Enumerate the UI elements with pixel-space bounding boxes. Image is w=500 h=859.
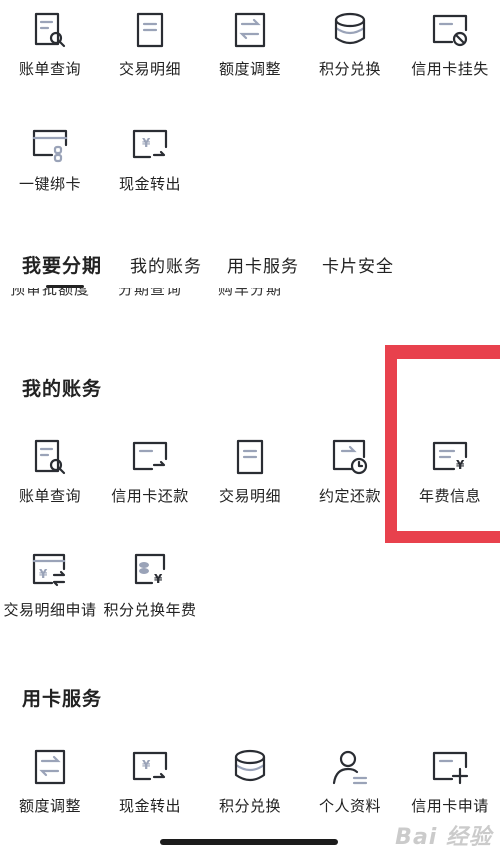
grid-item-card-apply[interactable]: 信用卡申请 [400, 747, 500, 816]
grid-item-label: 交易明细 [218, 487, 281, 505]
grid-item-label: 积分兑换 [318, 60, 381, 78]
cash-out-icon: ¥ [132, 751, 168, 781]
grid-item-cash-out[interactable]: ¥ 现金转出 [100, 747, 200, 816]
card-apply-icon [432, 751, 469, 785]
grid-item-label: 交易明细 [118, 60, 181, 78]
card-bind-icon [32, 129, 68, 163]
grid-item-label: 积分兑换 [218, 797, 281, 815]
scheduled-repay-icon [332, 439, 368, 475]
grid-item-statement-request[interactable]: ¥ 交易明细申请 [0, 551, 100, 620]
grid-item-limit-adjust[interactable]: 额度调整 [200, 10, 300, 79]
tab-installment[interactable]: 我要分期 [22, 251, 102, 278]
card-repay-icon [132, 441, 168, 471]
grid-item-bill-query[interactable]: 账单查询 [0, 437, 100, 506]
statement-request-icon: ¥ [32, 553, 66, 587]
grid-item-label: 额度调整 [218, 60, 281, 78]
home-indicator[interactable] [160, 839, 338, 845]
svg-text:¥: ¥ [142, 136, 151, 150]
grid-item-points-fee[interactable]: ¥ 积分兑换年费 [100, 551, 200, 620]
grid-item-card-lost[interactable]: 信用卡挂失 [400, 10, 500, 79]
grid-item-label: 积分兑换年费 [103, 601, 197, 619]
grid-item-label: 信用卡挂失 [411, 60, 489, 78]
transaction-list-icon [136, 12, 164, 48]
grid-item-profile[interactable]: 个人资料 [300, 747, 400, 816]
svg-text:¥: ¥ [154, 572, 163, 586]
grid-item-label: 账单查询 [18, 487, 81, 505]
clipped-item-label: 购车分期 [218, 288, 283, 298]
section-title-card-service: 用卡服务 [22, 688, 103, 710]
clipped-item-label: 分期查询 [118, 288, 183, 298]
grid-item-label: 额度调整 [18, 797, 81, 815]
limit-adjust-icon [34, 749, 66, 785]
grid-item-label: 一键绑卡 [18, 175, 81, 193]
points-coins-icon [334, 12, 366, 45]
svg-text:¥: ¥ [39, 567, 48, 581]
grid-item-label: 现金转出 [118, 175, 181, 193]
grid-item-limit-adjust[interactable]: 额度调整 [0, 747, 100, 816]
grid-item-transactions[interactable]: 交易明细 [200, 437, 300, 506]
grid-item-label: 现金转出 [118, 797, 181, 815]
card-lost-icon [432, 14, 468, 47]
grid-item-label: 信用卡申请 [411, 797, 489, 815]
section-title-my-account: 我的账务 [22, 378, 103, 400]
grid-item-label: 个人资料 [318, 797, 381, 815]
grid-item-label: 交易明细申请 [3, 601, 97, 619]
grid-item-points[interactable]: 积分兑换 [200, 747, 300, 816]
grid-item-transactions[interactable]: 交易明细 [100, 10, 200, 79]
grid-item-card-bind[interactable]: 一键绑卡 [0, 125, 100, 194]
cash-out-icon: ¥ [132, 129, 168, 159]
grid-item-cash-out[interactable]: ¥ 现金转出 [100, 125, 200, 194]
grid-item-label: 账单查询 [18, 60, 81, 78]
clipped-item-label: 预审批额度 [10, 288, 91, 298]
points-fee-icon: ¥ [134, 553, 166, 586]
svg-text:¥: ¥ [142, 758, 151, 772]
tab-my-account[interactable]: 我的账务 [130, 252, 202, 277]
transaction-list-icon [236, 439, 264, 475]
bill-search-icon [34, 439, 66, 475]
highlight-box [385, 345, 500, 543]
grid-item-label: 信用卡还款 [111, 487, 189, 505]
watermark: Bai 经验 [395, 825, 492, 850]
grid-item-points[interactable]: 积分兑换 [300, 10, 400, 79]
limit-adjust-icon [234, 12, 266, 48]
tab-card-security[interactable]: 卡片安全 [322, 252, 394, 277]
category-tabs: 我要分期 我的账务 用卡服务 卡片安全 [0, 252, 500, 288]
points-coins-icon [234, 749, 266, 782]
tab-card-service[interactable]: 用卡服务 [227, 252, 299, 277]
grid-item-bill-query[interactable]: 账单查询 [0, 10, 100, 79]
bill-search-icon [34, 12, 66, 48]
profile-icon [332, 750, 368, 785]
grid-item-card-repay[interactable]: 信用卡还款 [100, 437, 200, 506]
